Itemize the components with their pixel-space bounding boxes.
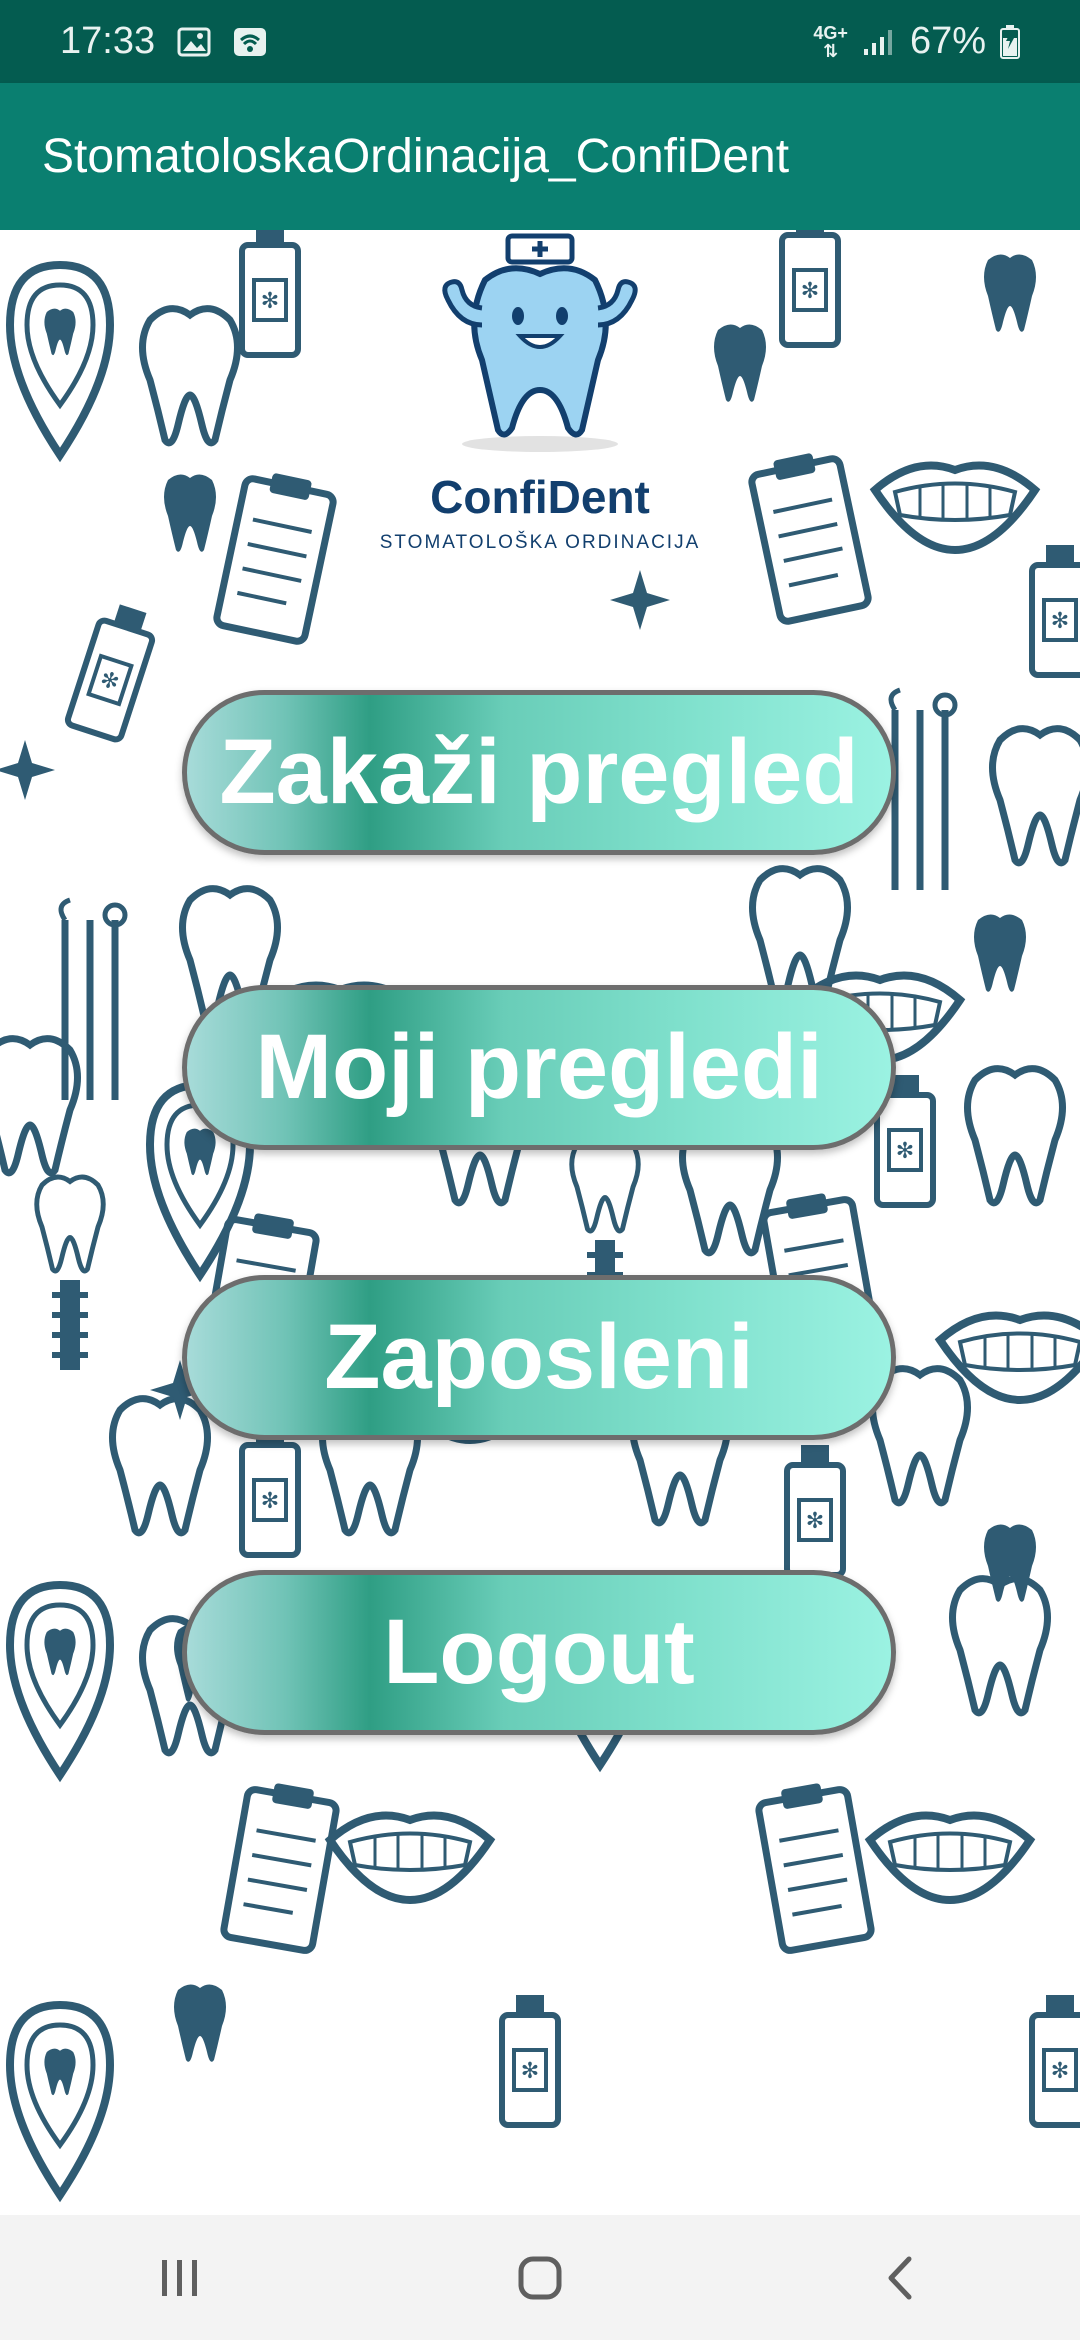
network-type-label: 4G+ xyxy=(813,22,848,43)
pattern-tooth-icon xyxy=(993,729,1080,863)
pattern-tools-icon xyxy=(61,900,125,1100)
pattern-sparkle-icon xyxy=(0,740,55,800)
recent-apps-icon[interactable] xyxy=(120,2228,240,2328)
pattern-tools-icon xyxy=(891,690,955,890)
wifi-icon xyxy=(233,27,267,57)
pattern-tooth-icon xyxy=(174,1984,226,2062)
back-icon[interactable] xyxy=(840,2228,960,2328)
pattern-clipboard-icon xyxy=(215,468,336,643)
pattern-tooth-icon xyxy=(714,324,766,402)
pattern-bottle-icon xyxy=(502,1995,558,2125)
logo: ConfiDent STOMATOLOŠKA ORDINACIJA xyxy=(372,230,708,570)
pattern-bottle-icon xyxy=(782,230,838,345)
pattern-bottle-icon xyxy=(242,230,298,355)
schedule-appointment-button[interactable]: Zakaži pregled xyxy=(182,690,896,855)
logout-button[interactable]: Logout xyxy=(182,1570,896,1735)
pattern-bottle-icon xyxy=(1032,1995,1080,2125)
pattern-tooth-icon xyxy=(984,1524,1036,1602)
pattern-clipboard-icon xyxy=(748,448,869,623)
pattern-pin-icon xyxy=(10,1585,110,1775)
employees-button[interactable]: Zaposleni xyxy=(182,1275,896,1440)
pattern-tooth-icon xyxy=(984,254,1036,332)
navigation-bar xyxy=(0,2215,1080,2340)
logo-subtitle: STOMATOLOŠKA ORDINACIJA xyxy=(379,532,701,553)
pattern-implant-icon xyxy=(37,1177,104,1370)
pattern-toothpaste-icon xyxy=(66,600,159,741)
pattern-pin-icon xyxy=(10,265,110,455)
main-content: ✻ xyxy=(0,230,1080,2215)
status-bar: 17:33 4G+ ⇅ 67% xyxy=(0,0,1080,83)
battery-percent: 67% xyxy=(909,20,986,62)
pattern-doctor-icon xyxy=(968,1069,1063,1203)
pattern-pin-icon xyxy=(10,2005,110,2195)
pattern-clipboard-icon xyxy=(756,1778,872,1951)
pattern-tooth-icon xyxy=(143,309,238,443)
battery-charging-icon xyxy=(1000,24,1020,59)
image-icon xyxy=(177,27,211,57)
pattern-mouth-icon xyxy=(875,466,1035,551)
pattern-mouth-icon xyxy=(870,1816,1030,1901)
pattern-tooth-icon xyxy=(974,914,1026,992)
pattern-sparkle-icon xyxy=(610,570,670,630)
signal-icon xyxy=(862,27,896,57)
tooth-mascot-icon xyxy=(442,233,638,452)
pattern-mouth-icon xyxy=(330,1816,490,1901)
pattern-bottle-icon xyxy=(242,1425,298,1555)
pattern-bottle-icon xyxy=(1032,545,1080,675)
app-title: StomatoloskaOrdinacija_ConfiDent xyxy=(42,130,790,183)
logo-title: ConfiDent xyxy=(430,471,650,523)
pattern-tooth-icon xyxy=(113,1399,208,1533)
pattern-tooth-icon xyxy=(164,474,216,552)
home-icon[interactable] xyxy=(480,2228,600,2328)
network-arrows-icon: 4G+ ⇅ xyxy=(813,22,848,61)
status-time: 17:33 xyxy=(60,20,156,62)
my-appointments-button[interactable]: Moji pregledi xyxy=(182,985,896,1150)
app-bar: StomatoloskaOrdinacija_ConfiDent xyxy=(0,83,1080,230)
pattern-clipboard-icon xyxy=(223,1778,339,1951)
pattern-bottle-icon xyxy=(787,1445,843,1575)
